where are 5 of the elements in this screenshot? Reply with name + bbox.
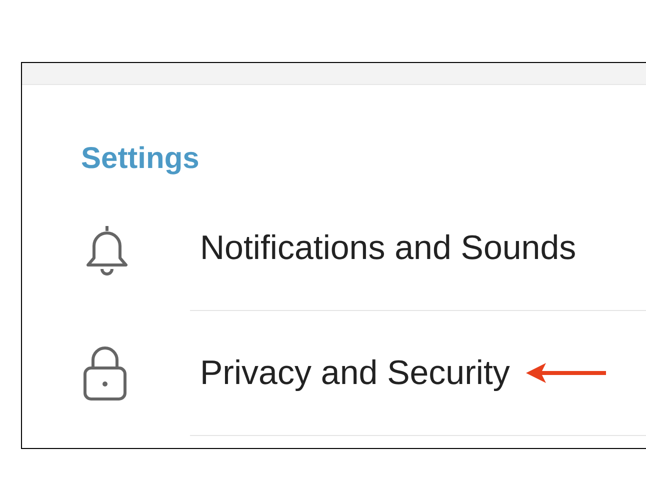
menu-item[interactable]: Privacy and Security <box>200 348 510 398</box>
menu-item[interactable]: Notifications and Sounds <box>200 222 576 274</box>
lock-icon <box>82 346 128 402</box>
section-title: Settings <box>81 144 200 174</box>
arrow-icon <box>526 362 606 384</box>
